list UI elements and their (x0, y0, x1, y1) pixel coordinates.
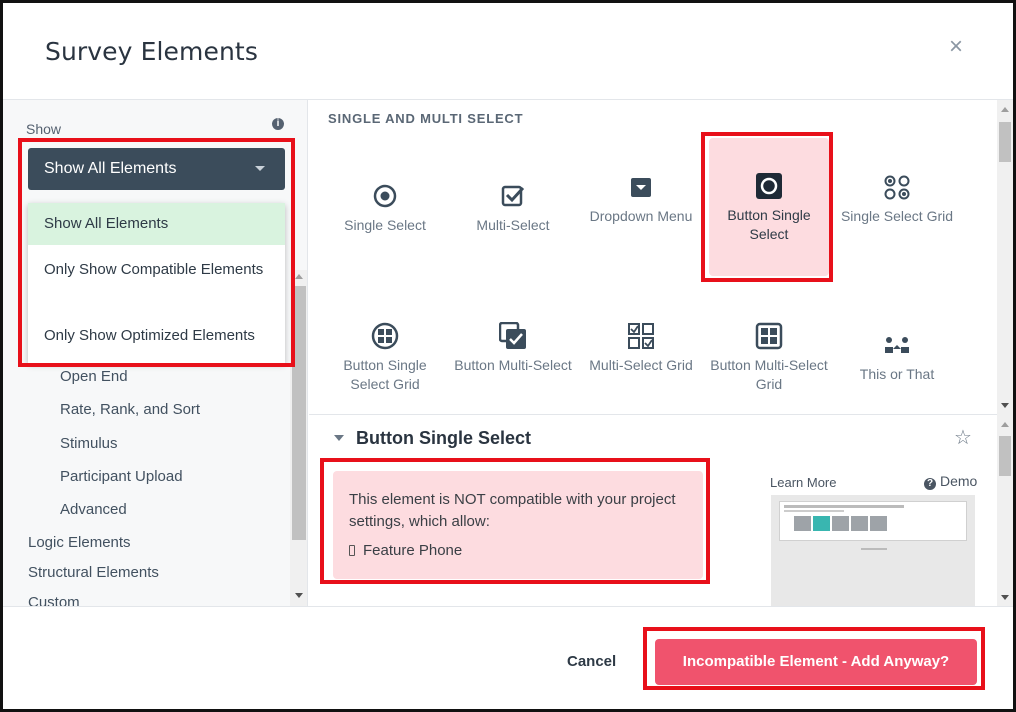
tile-label: Single Select Grid (840, 208, 954, 224)
scroll-up-icon[interactable] (1001, 107, 1009, 112)
sidebar-item-rate-rank-sort[interactable]: Rate, Rank, and Sort (60, 401, 200, 418)
cancel-button[interactable]: Cancel (567, 653, 616, 670)
gallery-scrollbar[interactable] (997, 100, 1013, 414)
info-icon[interactable]: i (272, 118, 284, 130)
detail-title: Button Single Select (356, 428, 532, 448)
scroll-down-icon[interactable] (1001, 595, 1009, 600)
scroll-thumb[interactable] (999, 436, 1011, 476)
sidebar-item-open-end[interactable]: Open End (60, 368, 128, 385)
tile-label: Button Single Select Grid (343, 357, 427, 392)
modal-footer: Cancel Incompatible Element - Add Anyway… (3, 606, 1013, 709)
tile-label: This or That (859, 366, 935, 382)
checkbox-icon (501, 185, 525, 207)
element-gallery: SINGLE AND MULTI SELECT Single Select Mu… (309, 100, 1013, 414)
radio-icon (373, 184, 397, 208)
scroll-thumb[interactable] (999, 122, 1011, 162)
preview-button-selected (813, 516, 830, 531)
tile-label: Multi-Select Grid (589, 357, 693, 373)
caret-down-icon (255, 166, 265, 171)
allowed-device: Feature Phone (349, 542, 687, 559)
tile-label: Single Select (344, 217, 426, 233)
modal-header: Survey Elements × (3, 3, 1013, 100)
filter-select[interactable]: Show All Elements (28, 148, 285, 190)
sidebar-scrollbar[interactable] (290, 270, 307, 606)
section-title: SINGLE AND MULTI SELECT (328, 111, 524, 126)
tile-label: Button Single Select (727, 207, 811, 242)
tile-multi-select-grid[interactable]: Multi-Select Grid (581, 322, 701, 375)
tile-button-multi-select[interactable]: Button Multi-Select (453, 322, 573, 375)
tile-single-select[interactable]: Single Select (325, 182, 445, 235)
scroll-thumb[interactable] (292, 286, 306, 540)
dropdown-option-show-all[interactable]: Show All Elements (28, 203, 285, 245)
add-anyway-button[interactable]: Incompatible Element - Add Anyway? (655, 639, 977, 685)
preview-question-line (784, 505, 904, 508)
tile-this-or-that[interactable]: This or That (837, 331, 957, 384)
preview-button (851, 516, 868, 531)
left-panel: Show i Show All Elements Show All Elemen… (3, 100, 308, 606)
dropdown-option-optimized[interactable]: Only Show Optimized Elements (28, 325, 285, 347)
survey-elements-modal: Survey Elements × Show i Show All Elemen… (0, 0, 1016, 712)
button-checkbox-icon (499, 322, 526, 349)
show-label: Show (26, 121, 62, 137)
tile-label: Multi-Select (476, 217, 550, 233)
button-checkbox-grid-icon (755, 322, 783, 350)
tile-button-single-select-grid[interactable]: Button Single Select Grid (325, 322, 445, 394)
sidebar-item-advanced[interactable]: Advanced (60, 501, 127, 518)
tile-multi-select[interactable]: Multi-Select (453, 182, 573, 235)
preview-button (870, 516, 887, 531)
tile-button-multi-select-grid[interactable]: Button Multi-Select Grid (709, 322, 829, 394)
sidebar-item-logic-elements[interactable]: Logic Elements (28, 534, 131, 551)
button-grid-icon (371, 322, 399, 350)
learn-more-link[interactable]: Learn More (770, 475, 836, 490)
tile-label: Button Multi-Select (454, 357, 572, 373)
filter-dropdown-menu: Show All Elements Only Show Compatible E… (28, 203, 285, 363)
scroll-down-icon[interactable] (1001, 403, 1009, 408)
sidebar-item-participant-upload[interactable]: Participant Upload (60, 468, 183, 485)
filter-select-value: Show All Elements (44, 160, 177, 177)
element-preview-image[interactable] (771, 495, 975, 606)
demo-label: Demo (940, 473, 978, 489)
device-label: Feature Phone (363, 542, 463, 559)
preview-card (779, 501, 967, 541)
preview-button (832, 516, 849, 531)
dropdown-icon (631, 178, 651, 197)
radio-grid-icon (884, 175, 910, 200)
scroll-down-icon[interactable] (295, 593, 303, 598)
tile-button-single-select[interactable]: Button Single Select (709, 138, 829, 276)
sidebar-item-stimulus[interactable]: Stimulus (60, 435, 118, 452)
element-detail-panel: Button Single Select ☆ This element is N… (309, 414, 1013, 606)
scroll-up-icon[interactable] (295, 274, 303, 279)
collapse-caret-icon[interactable] (334, 435, 344, 441)
tile-label: Button Multi-Select Grid (710, 357, 828, 392)
close-icon[interactable]: × (949, 33, 963, 61)
question-icon: ? (924, 478, 936, 490)
phone-icon (349, 545, 355, 556)
preview-button (794, 516, 811, 531)
star-icon[interactable]: ☆ (954, 425, 972, 450)
checkbox-grid-icon (628, 323, 654, 349)
preview-subtext-line (784, 510, 844, 512)
scroll-up-icon[interactable] (1001, 422, 1009, 427)
tile-dropdown-menu[interactable]: Dropdown Menu (581, 173, 701, 226)
sidebar-item-custom[interactable]: Custom (28, 594, 80, 606)
modal-title: Survey Elements (45, 37, 258, 66)
tile-single-select-grid[interactable]: Single Select Grid (837, 173, 957, 226)
preview-caption-line (861, 548, 887, 550)
warning-text: This element is NOT compatible with your… (349, 491, 676, 530)
tile-label: Dropdown Menu (589, 208, 693, 224)
this-or-that-icon (885, 337, 909, 353)
button-radio-icon (756, 173, 782, 199)
compatibility-warning: This element is NOT compatible with your… (333, 471, 703, 579)
detail-scrollbar[interactable] (997, 414, 1013, 606)
sidebar-item-structural-elements[interactable]: Structural Elements (28, 564, 159, 581)
dropdown-option-compatible[interactable]: Only Show Compatible Elements (28, 259, 285, 281)
demo-link[interactable]: ? Demo (924, 473, 977, 490)
